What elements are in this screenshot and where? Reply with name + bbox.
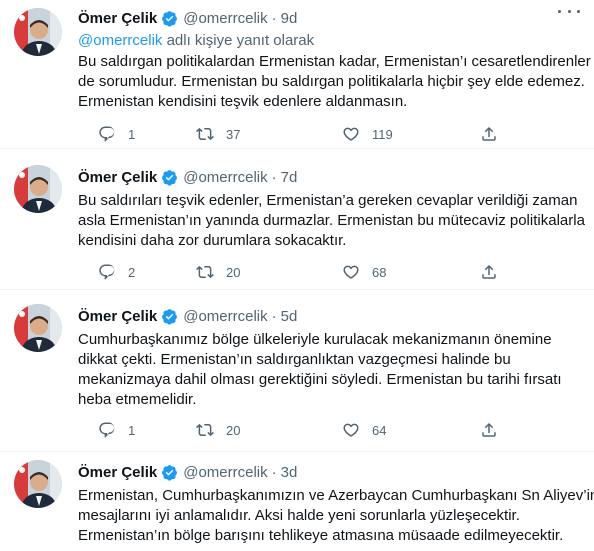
like-count: 119 [372, 126, 393, 142]
avatar[interactable] [14, 8, 62, 56]
avatar-photo [14, 8, 62, 56]
author-handle[interactable]: @omerrcelik [183, 464, 267, 481]
like-button[interactable]: 68 [342, 262, 386, 282]
reply-context-text: adlı kişiye yanıt olarak [162, 32, 315, 49]
author-handle[interactable]: @omerrcelik [183, 169, 267, 186]
author-name[interactable]: Ömer Çelik [78, 464, 157, 481]
tweet-actions: 2 20 68 [78, 262, 508, 282]
author-name[interactable]: Ömer Çelik [78, 10, 157, 27]
tweet-text-line: dikkat çekti. Ermenistan’ın saldırganlık… [78, 351, 511, 368]
tweet-text-line: Bu saldırgan politikalardan Ermenistan k… [78, 53, 591, 70]
tweet-text-line: Bu saldırıları teşvik edenler, Ermenista… [78, 192, 578, 209]
tweet-feed: Ömer Çelik @omerrcelik · 9d @omerrcelik … [0, 0, 594, 551]
author-handle[interactable]: @omerrcelik [183, 308, 267, 325]
verified-badge-icon [161, 308, 178, 325]
separator-dot: · [271, 9, 277, 27]
reply-count: 1 [128, 422, 136, 438]
retweet-count: 37 [226, 126, 241, 142]
tweet-time[interactable]: 9d [281, 10, 298, 27]
reply-button[interactable]: 2 [98, 262, 135, 282]
like-button[interactable]: 119 [342, 124, 393, 144]
separator-dot: · [271, 463, 277, 481]
avatar-photo [14, 460, 62, 508]
share-button[interactable] [480, 124, 498, 144]
tweet-text: Cumhurbaşkanımız bölge ülkeleriyle kurul… [78, 330, 580, 410]
tweet-text: Ermenistan, Cumhurbaşkanımızın ve Azerba… [78, 486, 594, 546]
tweet-text-line: Ermenistan’ın bölge barışını tehlikeye a… [78, 527, 564, 544]
more-icon[interactable] [558, 4, 580, 18]
tweet-text-line: asla Ermenistan’ın yanında durmazlar. Er… [78, 212, 585, 229]
reply-icon [99, 422, 115, 438]
share-button[interactable] [480, 262, 498, 282]
reply-button[interactable]: 1 [98, 124, 135, 144]
tweet-time[interactable]: 5d [281, 308, 298, 325]
retweet-button[interactable]: 20 [196, 420, 240, 440]
tweet-actions: 1 20 64 [78, 420, 508, 440]
avatar-photo [14, 165, 62, 213]
tweet-time[interactable]: 3d [281, 464, 298, 481]
reply-handle-link[interactable]: @omerrcelik [78, 32, 162, 49]
like-icon [343, 265, 359, 279]
tweet-text-line: Cumhurbaşkanımız bölge ülkeleriyle kurul… [78, 331, 552, 348]
verified-badge-icon [161, 10, 178, 27]
tweet-header: Ömer Çelik @omerrcelik · 7d [78, 167, 297, 187]
author-handle[interactable]: @omerrcelik [183, 10, 267, 27]
retweet-icon [196, 423, 214, 437]
reply-count: 1 [128, 126, 136, 142]
retweet-count: 20 [226, 264, 241, 280]
author-name[interactable]: Ömer Çelik [78, 169, 157, 186]
retweet-button[interactable]: 37 [196, 124, 240, 144]
retweet-icon [196, 265, 214, 279]
tweet-text-line: de sorumludur. Ermenistan bu saldırgan p… [78, 73, 585, 90]
tweet-text-line: mekanizmaya dahil olması gerektiğini söy… [78, 371, 562, 388]
tweet[interactable]: Ömer Çelik @omerrcelik · 7d Bu saldırıla… [0, 149, 594, 289]
separator-dot: · [271, 307, 277, 325]
tweet-time[interactable]: 7d [281, 169, 298, 186]
retweet-button[interactable]: 20 [196, 262, 240, 282]
author-name[interactable]: Ömer Çelik [78, 308, 157, 325]
share-button[interactable] [480, 420, 498, 440]
tweet[interactable]: Ömer Çelik @omerrcelik · 5d Cumhurbaşkan… [0, 290, 594, 451]
retweet-count: 20 [226, 422, 241, 438]
tweet-text-line: mesajlarını iyi anlamalıdır. Aksi halde … [78, 507, 520, 524]
share-icon [482, 422, 496, 437]
tweet-text-line: Ermenistan kendisini teşvik edenlere ald… [78, 93, 408, 110]
separator-dot: · [271, 168, 277, 186]
avatar[interactable] [14, 460, 62, 508]
tweet-header: Ömer Çelik @omerrcelik · 9d [78, 8, 297, 28]
tweet[interactable]: Ömer Çelik @omerrcelik · 3d Ermenistan, … [0, 452, 594, 551]
tweet-actions: 1 37 119 [78, 124, 508, 144]
tweet-text: Bu saldırıları teşvik edenler, Ermenista… [78, 191, 585, 251]
tweet-text: Bu saldırgan politikalardan Ermenistan k… [78, 52, 591, 112]
reply-count: 2 [128, 264, 136, 280]
avatar-photo [14, 304, 62, 352]
tweet-header: Ömer Çelik @omerrcelik · 5d [78, 306, 297, 326]
reply-icon [99, 264, 115, 280]
like-icon [343, 423, 359, 437]
share-icon [482, 264, 496, 279]
reply-icon [99, 126, 115, 142]
share-icon [482, 126, 496, 141]
tweet[interactable]: Ömer Çelik @omerrcelik · 9d @omerrcelik … [0, 0, 594, 148]
tweet-text-line: heba etmemelidir. [78, 391, 197, 408]
tweet-text-line: Ermenistan, Cumhurbaşkanımızın ve Azerba… [78, 487, 594, 504]
verified-badge-icon [161, 169, 178, 186]
like-count: 64 [372, 422, 387, 438]
avatar[interactable] [14, 165, 62, 213]
like-icon [343, 127, 359, 141]
avatar[interactable] [14, 304, 62, 352]
reply-button[interactable]: 1 [98, 420, 135, 440]
like-count: 68 [372, 264, 387, 280]
reply-context: @omerrcelik adlı kişiye yanıt olarak [78, 32, 314, 49]
retweet-icon [196, 127, 214, 141]
tweet-header: Ömer Çelik @omerrcelik · 3d [78, 462, 297, 482]
tweet-text-line: kendisini daha zor durumlara sokacaktır. [78, 232, 347, 249]
like-button[interactable]: 64 [342, 420, 386, 440]
verified-badge-icon [161, 464, 178, 481]
